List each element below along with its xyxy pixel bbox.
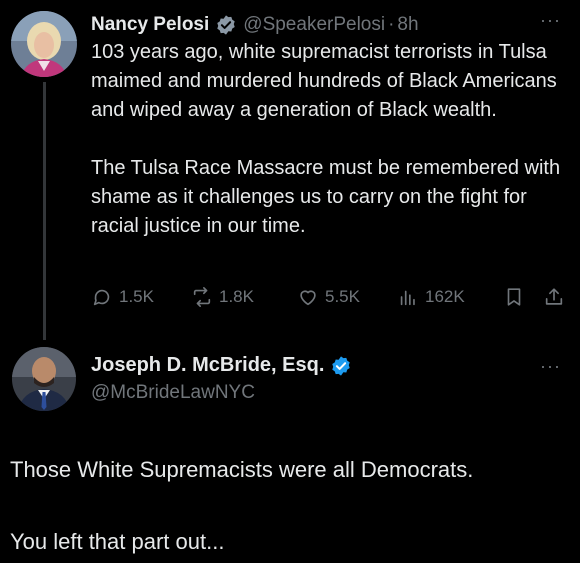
- like-count: 5.5K: [325, 287, 360, 306]
- post1-more-button[interactable]: ···: [540, 10, 561, 31]
- post1-timestamp[interactable]: 8h: [397, 14, 418, 36]
- reply-count: 1.5K: [119, 287, 154, 306]
- share-button[interactable]: [543, 282, 571, 312]
- reply-icon: [93, 289, 110, 306]
- post1-paragraph-1: 103 years ago, white supremacist terrori…: [91, 41, 557, 121]
- post1-separator: ·: [388, 14, 395, 35]
- post1-body: 103 years ago, white supremacist terrori…: [91, 38, 571, 241]
- post1-action-bar: 1.5K 1.8K 5.5K 162K: [91, 282, 571, 312]
- bookmark-button[interactable]: [503, 282, 531, 312]
- post2-header: Joseph D. McBride, Esq.: [91, 354, 358, 377]
- repost-button[interactable]: 1.8K: [191, 282, 254, 312]
- views-button[interactable]: 162K: [397, 282, 465, 312]
- post2-body: Those White Supremacists were all Democr…: [10, 452, 570, 560]
- views-icon: [400, 290, 415, 306]
- thread-connector-line: [43, 82, 46, 340]
- verified-icon: [217, 15, 235, 35]
- verified-icon: [332, 355, 351, 376]
- post2-paragraph-1: Those White Supremacists were all Democr…: [10, 457, 474, 482]
- post2-author-name[interactable]: Joseph D. McBride, Esq.: [91, 354, 324, 377]
- post1-author-name[interactable]: Nancy Pelosi: [91, 14, 209, 36]
- post1-handle[interactable]: @SpeakerPelosi: [243, 14, 385, 36]
- like-icon: [300, 290, 316, 306]
- post2-handle[interactable]: @McBrideLawNYC: [91, 382, 255, 404]
- reply-button[interactable]: 1.5K: [91, 282, 154, 312]
- views-count: 162K: [425, 287, 465, 306]
- post2-paragraph-2: You left that part out...: [10, 529, 225, 554]
- repost-icon: [193, 287, 211, 307]
- post2-more-button[interactable]: ···: [540, 356, 561, 377]
- avatar-joseph-mcbride[interactable]: [12, 347, 76, 411]
- post1-header: Nancy Pelosi @SpeakerPelosi · 8h: [91, 10, 419, 40]
- avatar-nancy-pelosi[interactable]: [11, 11, 77, 77]
- share-icon: [545, 288, 563, 305]
- like-button[interactable]: 5.5K: [297, 282, 360, 312]
- repost-count: 1.8K: [219, 287, 254, 306]
- post1-paragraph-2: The Tulsa Race Massacre must be remember…: [91, 157, 561, 237]
- bookmark-icon: [507, 288, 521, 306]
